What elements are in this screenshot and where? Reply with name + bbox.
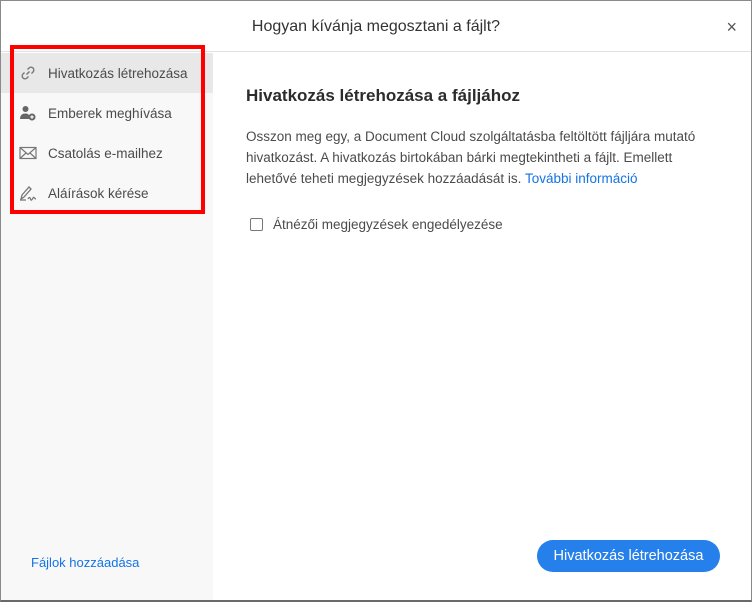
- panel-description: Osszon meg egy, a Document Cloud szolgál…: [246, 126, 716, 189]
- sidebar-item-attach-email[interactable]: Csatolás e-mailhez: [1, 133, 213, 173]
- main-panel: Hivatkozás létrehozása a fájljához Osszo…: [246, 53, 726, 232]
- sidebar-item-label: Aláírások kérése: [48, 185, 149, 201]
- share-dialog: Hogyan kívánja megosztani a fájlt? × Hiv…: [0, 0, 752, 602]
- title-bar: Hogyan kívánja megosztani a fájlt? ×: [1, 1, 751, 52]
- checkbox-box[interactable]: [250, 218, 263, 231]
- sidebar-item-label: Emberek meghívása: [48, 105, 172, 121]
- add-files-link[interactable]: Fájlok hozzáadása: [31, 555, 139, 570]
- panel-heading: Hivatkozás létrehozása a fájljához: [246, 86, 520, 105]
- checkbox-label: Átnézői megjegyzések engedélyezése: [273, 217, 503, 232]
- more-info-link[interactable]: További információ: [525, 171, 638, 186]
- sidebar: Hivatkozás létrehozása Emberek meghívása…: [1, 53, 213, 600]
- sidebar-item-create-link[interactable]: Hivatkozás létrehozása: [1, 53, 213, 93]
- sidebar-item-invite-people[interactable]: Emberek meghívása: [1, 93, 213, 133]
- close-icon[interactable]: ×: [726, 1, 737, 53]
- signature-icon: [19, 186, 37, 201]
- dialog-title: Hogyan kívánja megosztani a fájlt?: [251, 18, 501, 35]
- allow-comments-checkbox[interactable]: Átnézői megjegyzések engedélyezése: [246, 217, 726, 232]
- add-person-icon: [20, 106, 36, 121]
- sidebar-item-label: Csatolás e-mailhez: [48, 145, 163, 161]
- envelope-icon: [19, 146, 37, 160]
- sidebar-item-label: Hivatkozás létrehozása: [48, 65, 188, 81]
- sidebar-item-request-signatures[interactable]: Aláírások kérése: [1, 173, 213, 213]
- link-icon: [21, 66, 35, 80]
- create-link-button[interactable]: Hivatkozás létrehozása: [537, 540, 720, 572]
